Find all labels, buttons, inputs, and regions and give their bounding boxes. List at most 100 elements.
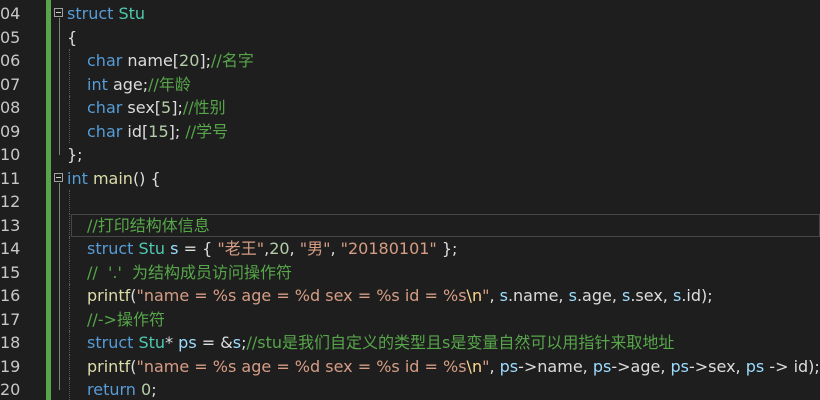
line-number: 16 — [0, 286, 21, 305]
code-token: .sex, — [630, 286, 673, 305]
code-token: -> id); — [764, 356, 820, 376]
indent-guide — [69, 260, 70, 284]
indent-guide — [69, 354, 70, 378]
code-line[interactable]: return 0; — [51, 378, 820, 400]
code-token: }; — [436, 239, 458, 258]
fold-region-line — [59, 18, 60, 155]
code-token: s — [499, 286, 508, 305]
code-editor[interactable]: 04 05 06 07 08 09 10 11 12 13 14 15 16 17 18 19 20 struc… — [0, 0, 820, 400]
code-line[interactable]: int main() { — [51, 167, 820, 191]
code-text: char name[20];//名字 — [87, 49, 254, 73]
collapse-icon[interactable] — [54, 8, 63, 17]
code-token: 5 — [161, 98, 172, 117]
code-token: int — [87, 74, 108, 94]
code-token: //年龄 — [148, 74, 191, 94]
code-token: //打印结构体信息 — [87, 215, 210, 235]
indent-guide — [69, 49, 70, 73]
indent-guide — [69, 190, 70, 214]
code-line[interactable]: struct Stu* ps = &s;//stu是我们自定义的类型且s是变量自… — [51, 331, 820, 355]
code-line[interactable]: char id[15]; //学号 — [51, 119, 820, 144]
code-text: char id[15]; //学号 — [87, 120, 228, 144]
indent-guide — [69, 284, 70, 308]
code-line[interactable]: printf("name = %s age = %d sex = %s id =… — [51, 284, 820, 308]
code-line[interactable]: printf("name = %s age = %d sex = %s id =… — [51, 354, 820, 379]
code-token: ps — [178, 333, 197, 352]
collapse-icon[interactable] — [54, 172, 63, 182]
code-line[interactable]: char name[20];//名字 — [51, 49, 820, 73]
line-number: 13 — [0, 215, 21, 235]
code-token: s — [232, 333, 242, 352]
line-number: 06 — [0, 51, 21, 70]
code-token: // '.' 为结构成员访问操作符 — [87, 262, 293, 282]
code-token: struct — [87, 239, 134, 258]
code-line[interactable]: // '.' 为结构成员访问操作符 — [51, 260, 820, 285]
code-token: ]; — [171, 98, 183, 117]
indent-guide — [69, 96, 70, 120]
code-token: struct — [87, 333, 134, 352]
code-text: printf("name = %s age = %d sex = %s id =… — [87, 355, 820, 379]
code-token: main — [92, 168, 133, 188]
line-number: 17 — [0, 309, 21, 329]
code-token: , — [489, 286, 500, 305]
line-number: 10 — [0, 145, 21, 164]
indent-guide — [69, 378, 70, 400]
code-token: id[ — [122, 121, 149, 141]
code-line[interactable]: struct Stu — [51, 2, 820, 26]
code-text: return 0; — [87, 378, 157, 400]
code-token: "老王" — [217, 239, 265, 258]
code-token: s — [170, 239, 179, 258]
line-number: 18 — [0, 333, 21, 352]
code-line[interactable]: { — [51, 26, 820, 50]
code-text: int age;//年龄 — [87, 73, 191, 97]
code-token: char — [87, 51, 123, 70]
code-text: // '.' 为结构成员访问操作符 — [87, 261, 292, 285]
code-token: sex[ — [122, 98, 162, 117]
code-line[interactable]: int age;//年龄 — [51, 72, 820, 97]
code-area[interactable]: struct Stu{char name[20];//名字 int age;//年… — [51, 0, 820, 400]
line-number: 11 — [0, 168, 21, 188]
line-number: 09 — [0, 121, 21, 141]
code-token: "男" — [299, 239, 331, 258]
code-line[interactable]: //打印结构体信息 — [51, 213, 820, 238]
code-token: //->操作符 — [87, 309, 165, 329]
code-text: { — [67, 26, 77, 50]
code-token: "20180101" — [340, 239, 437, 258]
line-number: 20 — [0, 380, 21, 399]
code-token: ps — [499, 356, 519, 376]
code-line[interactable]: char sex[5];//性别 — [51, 96, 820, 120]
code-token: age; — [107, 74, 149, 94]
code-line[interactable]: //->操作符 — [51, 307, 820, 331]
code-token: , — [289, 239, 300, 258]
code-token: //名字 — [211, 51, 254, 70]
code-token: name[ — [122, 51, 180, 70]
code-token: "name = %s age = %d sex = %s id = %s — [136, 356, 467, 376]
code-line[interactable]: struct Stu s = { "老王",20, "男", "20180101… — [51, 237, 820, 261]
code-token: Stu — [138, 333, 166, 352]
code-line[interactable] — [51, 190, 820, 214]
indent-guide — [69, 213, 70, 237]
fold-region-line — [59, 182, 60, 390]
code-line[interactable]: }; — [51, 143, 820, 167]
code-token: ps — [670, 356, 690, 376]
line-number: 14 — [0, 239, 21, 258]
code-token: .age, — [576, 286, 622, 305]
code-token: Stu — [118, 4, 146, 23]
code-token: ->sex, — [689, 356, 746, 376]
code-text: printf("name = %s age = %d sex = %s id =… — [87, 284, 713, 308]
code-token: ]; — [199, 51, 212, 70]
code-token: Stu — [138, 239, 166, 258]
code-text: //打印结构体信息 — [87, 214, 210, 238]
code-token: struct — [67, 4, 114, 23]
code-token: .id); — [681, 286, 713, 305]
code-token: }; — [67, 145, 83, 164]
code-text: }; — [67, 143, 83, 167]
code-text: struct Stu s = { "老王",20, "男", "20180101… — [87, 237, 457, 261]
indent-guide — [69, 119, 70, 143]
code-token: \n — [466, 356, 483, 376]
code-token: return — [87, 380, 136, 399]
code-token: 20 — [269, 239, 290, 258]
code-token: = { — [178, 239, 218, 258]
line-number: 12 — [0, 192, 21, 211]
code-token: s — [568, 286, 577, 305]
line-number: 05 — [0, 27, 21, 47]
